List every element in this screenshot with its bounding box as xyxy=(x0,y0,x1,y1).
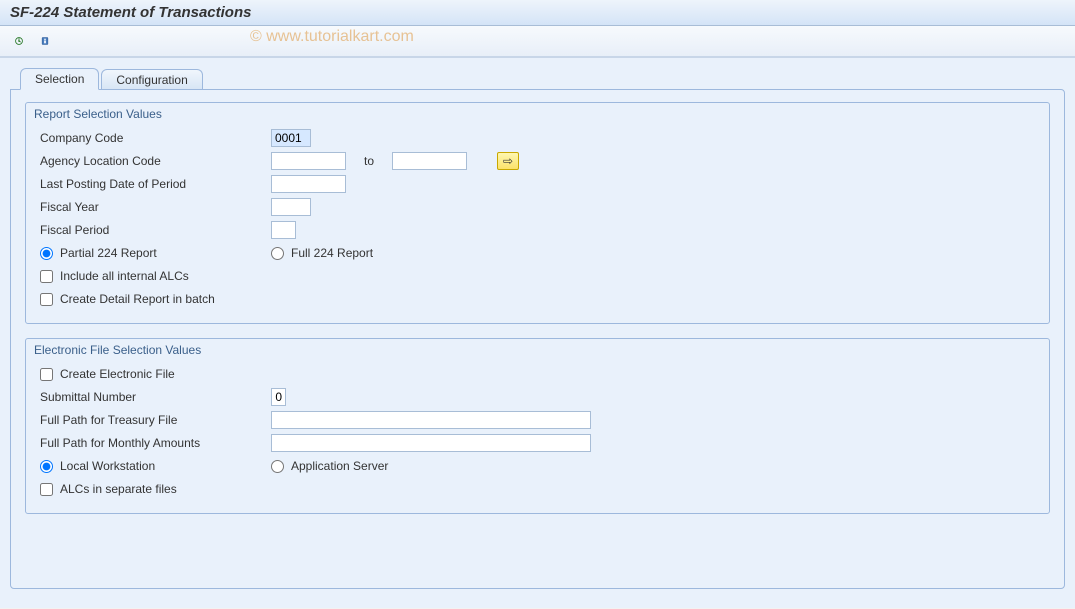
agency-location-from-input[interactable] xyxy=(271,152,346,170)
checkbox-alcs-separate-input[interactable] xyxy=(40,483,53,496)
content-area: Selection Configuration Report Selection… xyxy=(0,57,1075,608)
fiscal-year-input[interactable] xyxy=(271,198,311,216)
agency-location-to-input[interactable] xyxy=(392,152,467,170)
radio-partial-224[interactable]: Partial 224 Report xyxy=(36,246,271,260)
company-code-input[interactable] xyxy=(271,129,311,147)
radio-full-224[interactable]: Full 224 Report xyxy=(271,246,373,260)
checkbox-create-file-label: Create Electronic File xyxy=(60,367,175,381)
label-monthly-path: Full Path for Monthly Amounts xyxy=(36,436,271,450)
submittal-input[interactable] xyxy=(271,388,286,406)
label-fiscal-year: Fiscal Year xyxy=(36,200,271,214)
label-submittal: Submittal Number xyxy=(36,390,271,404)
radio-app-server-input[interactable] xyxy=(271,460,284,473)
radio-local-ws[interactable]: Local Workstation xyxy=(36,459,271,473)
label-to: to xyxy=(364,154,374,168)
checkbox-include-alcs[interactable]: Include all internal ALCs xyxy=(36,269,189,283)
checkbox-create-detail[interactable]: Create Detail Report in batch xyxy=(36,292,215,306)
label-agency-location: Agency Location Code xyxy=(36,154,271,168)
checkbox-create-file-input[interactable] xyxy=(40,368,53,381)
radio-full-input[interactable] xyxy=(271,247,284,260)
tab-selection[interactable]: Selection xyxy=(20,68,99,90)
checkbox-include-alcs-input[interactable] xyxy=(40,270,53,283)
tab-panel-selection: Report Selection Values Company Code Age… xyxy=(10,89,1065,589)
radio-full-label: Full 224 Report xyxy=(291,246,373,260)
radio-partial-label: Partial 224 Report xyxy=(60,246,157,260)
checkbox-alcs-separate-label: ALCs in separate files xyxy=(60,482,177,496)
checkbox-create-file[interactable]: Create Electronic File xyxy=(36,367,175,381)
radio-local-ws-input[interactable] xyxy=(40,460,53,473)
group-report-selection: Report Selection Values Company Code Age… xyxy=(25,102,1050,324)
checkbox-create-detail-label: Create Detail Report in batch xyxy=(60,292,215,306)
radio-local-ws-label: Local Workstation xyxy=(60,459,155,473)
tab-configuration[interactable]: Configuration xyxy=(101,69,202,90)
label-last-posting: Last Posting Date of Period xyxy=(36,177,271,191)
checkbox-alcs-separate[interactable]: ALCs in separate files xyxy=(36,482,177,496)
group-electronic-file: Electronic File Selection Values Create … xyxy=(25,338,1050,514)
radio-partial-input[interactable] xyxy=(40,247,53,260)
label-company-code: Company Code xyxy=(36,131,271,145)
info-icon xyxy=(41,34,49,48)
radio-app-server[interactable]: Application Server xyxy=(271,459,388,473)
last-posting-input[interactable] xyxy=(271,175,346,193)
page-title: SF-224 Statement of Transactions xyxy=(0,0,1075,26)
treasury-path-input[interactable] xyxy=(271,411,591,429)
checkbox-include-alcs-label: Include all internal ALCs xyxy=(60,269,189,283)
label-treasury-path: Full Path for Treasury File xyxy=(36,413,271,427)
group-title-report: Report Selection Values xyxy=(34,107,1039,121)
label-fiscal-period: Fiscal Period xyxy=(36,223,271,237)
checkbox-create-detail-input[interactable] xyxy=(40,293,53,306)
radio-app-server-label: Application Server xyxy=(291,459,388,473)
tab-strip: Selection Configuration xyxy=(20,68,1065,90)
fiscal-period-input[interactable] xyxy=(271,221,296,239)
execute-button[interactable] xyxy=(8,30,30,52)
arrow-right-icon: ⇨ xyxy=(503,154,513,168)
info-button[interactable] xyxy=(34,30,56,52)
group-title-electronic: Electronic File Selection Values xyxy=(34,343,1039,357)
multiple-selection-button[interactable]: ⇨ xyxy=(497,152,519,170)
monthly-path-input[interactable] xyxy=(271,434,591,452)
execute-icon xyxy=(15,34,23,48)
watermark: © www.tutorialkart.com xyxy=(250,28,414,46)
toolbar: © www.tutorialkart.com xyxy=(0,26,1075,57)
